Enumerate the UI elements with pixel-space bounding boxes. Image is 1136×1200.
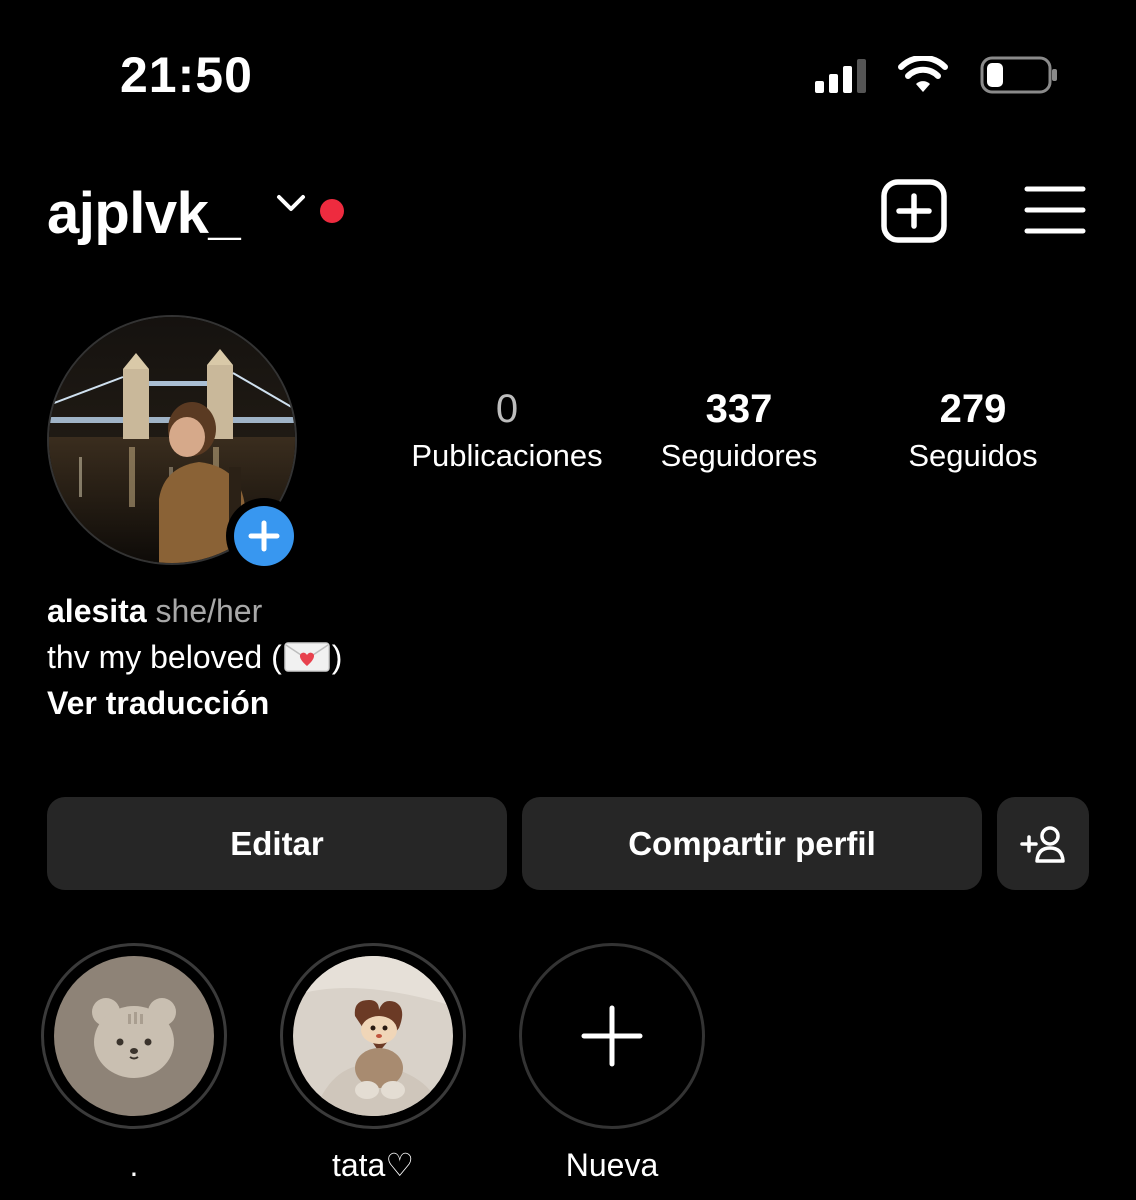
love-letter-icon [284,642,330,672]
profile-bio: alesita she/her thv my beloved ( ) Ver t… [47,588,747,726]
plus-icon [581,1005,643,1067]
status-time: 21:50 [120,47,253,103]
pronouns: she/her [155,593,263,629]
highlight-ring [280,943,466,1129]
stat-followers[interactable]: 337 Seguidores [636,385,842,479]
status-bar: 21:50 [0,0,1136,150]
status-icons [815,52,1060,98]
share-profile-button[interactable]: Compartir perfil [522,797,982,890]
story-highlight[interactable]: tata♡ [280,943,466,1185]
see-translation-link[interactable]: Ver traducción [47,680,747,726]
discover-people-button[interactable] [997,797,1089,890]
add-person-icon [1020,825,1065,863]
highlight-label: . [129,1147,139,1183]
battery-low-icon [980,56,1057,94]
display-name: alesita [47,593,147,629]
bio-text-end: ) [331,639,343,675]
story-highlight[interactable]: . [41,943,227,1185]
edit-profile-button[interactable]: Editar [47,797,507,890]
new-highlight-button[interactable]: Nueva [519,943,705,1185]
plush-toy-photo [293,956,453,1116]
stat-followers-count: 337 [705,387,773,431]
stat-followers-label: Seguidores [660,438,818,473]
stat-posts-count: 0 [495,387,519,431]
stat-posts[interactable]: 0 Publicaciones [396,385,618,479]
highlight-ring [519,943,705,1129]
stat-following-label: Seguidos [908,438,1038,473]
highlight-ring [41,943,227,1129]
bio-text-start: thv my beloved ( [47,639,282,675]
bear-icon [54,956,214,1116]
stat-following-count: 279 [939,387,1007,431]
wifi-icon [898,56,948,92]
new-post-button[interactable] [880,178,948,244]
highlight-label: Nueva [565,1147,659,1183]
profile-username[interactable]: ajplvk_ [47,180,241,247]
stat-posts-label: Publicaciones [411,438,603,473]
chevron-down-icon[interactable] [275,192,307,214]
plus-circle-icon [234,506,294,566]
stat-following[interactable]: 279 Seguidos [880,385,1066,479]
hamburger-menu-icon[interactable] [1024,184,1086,236]
notification-dot [320,199,344,223]
add-story-button[interactable] [226,498,302,574]
bio-text: thv my beloved ( ) [47,634,747,680]
cellular-signal-icon [815,57,866,93]
highlight-label: tata♡ [331,1147,415,1183]
